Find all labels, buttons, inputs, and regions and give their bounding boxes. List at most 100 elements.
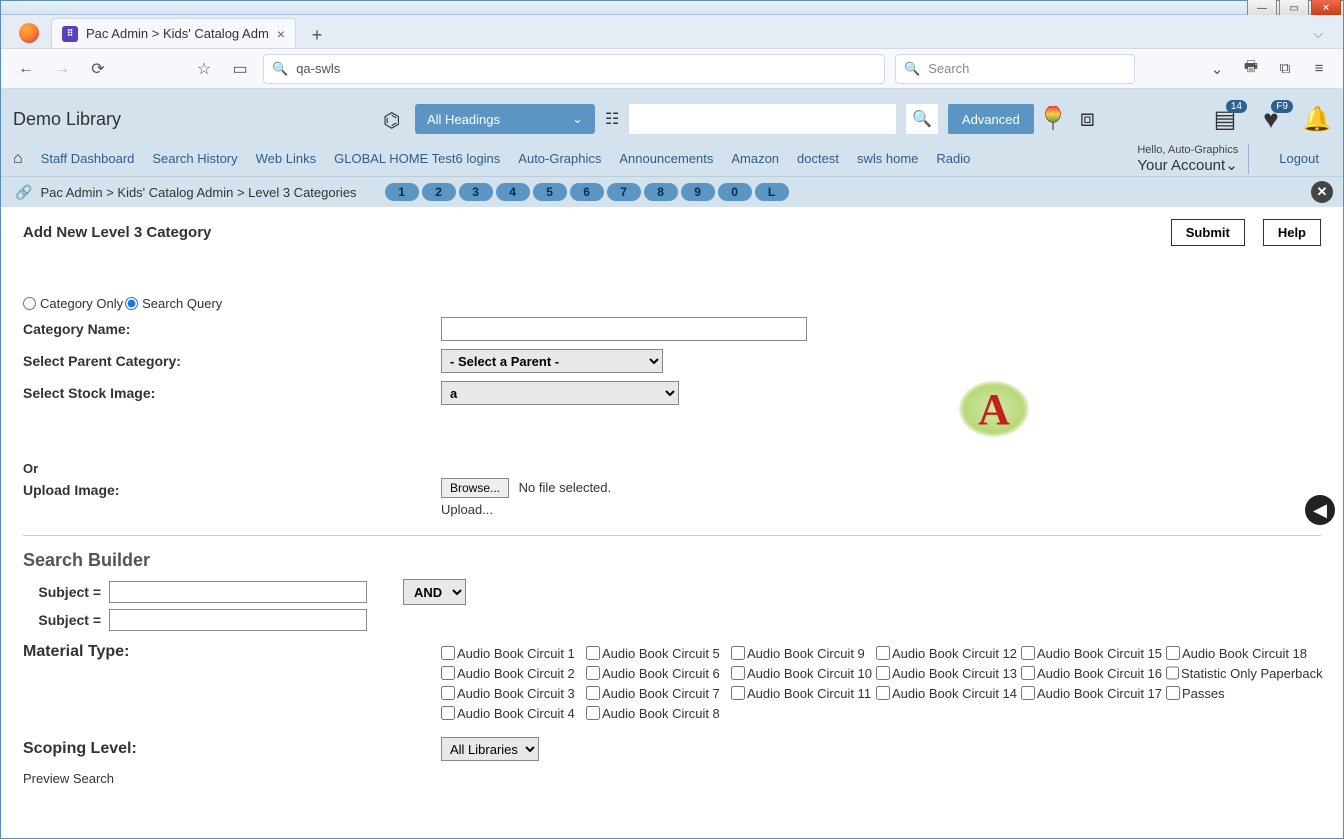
pill-0[interactable]: 0	[718, 183, 752, 201]
material-type-item[interactable]: Audio Book Circuit 8	[586, 703, 731, 723]
material-type-checkbox[interactable]	[586, 706, 600, 720]
nav-auto-graphics[interactable]: Auto-Graphics	[518, 151, 601, 166]
catalog-search-input[interactable]	[629, 104, 896, 134]
pill-9[interactable]: 9	[681, 183, 715, 201]
nav-swls-home[interactable]: swls home	[857, 151, 918, 166]
material-type-item[interactable]: Audio Book Circuit 16	[1021, 663, 1166, 683]
browser-search-box[interactable]: 🔍 Search	[895, 54, 1135, 84]
material-type-checkbox[interactable]	[586, 646, 600, 660]
nav-web-links[interactable]: Web Links	[256, 151, 316, 166]
books-search-icon[interactable]: ⧈	[1080, 105, 1095, 133]
material-type-checkbox[interactable]	[1021, 686, 1035, 700]
upload-link[interactable]: Upload...	[441, 502, 611, 517]
account-box[interactable]: Hello, Auto-Graphics Your Account⌄	[1137, 144, 1249, 174]
material-type-checkbox[interactable]	[586, 666, 600, 680]
material-type-item[interactable]: Audio Book Circuit 5	[586, 643, 731, 663]
pill-5[interactable]: 5	[533, 183, 567, 201]
material-type-checkbox[interactable]	[586, 686, 600, 700]
material-type-checkbox[interactable]	[441, 666, 455, 680]
nav-search-history[interactable]: Search History	[152, 151, 237, 166]
nav-announcements[interactable]: Announcements	[619, 151, 713, 166]
material-type-checkbox[interactable]	[441, 706, 455, 720]
new-tab-button[interactable]: +	[304, 22, 330, 48]
extensions-icon[interactable]: ⧉	[1273, 57, 1297, 81]
material-type-item[interactable]: Audio Book Circuit 4	[441, 703, 586, 723]
collapse-arrow-icon[interactable]: ◀	[1305, 495, 1335, 525]
print-icon[interactable]: 🖶	[1239, 57, 1263, 81]
pill-2[interactable]: 2	[422, 183, 456, 201]
tabs-dropdown-icon[interactable]: ⌵	[1313, 26, 1343, 48]
material-type-item[interactable]: Audio Book Circuit 1	[441, 643, 586, 663]
material-type-checkbox[interactable]	[1166, 646, 1180, 660]
favorites-heart-icon[interactable]: ♥ F9	[1257, 106, 1285, 132]
pill-1[interactable]: 1	[385, 183, 419, 201]
material-type-checkbox[interactable]	[731, 666, 745, 680]
boolean-operator-select[interactable]: AND	[403, 579, 466, 605]
catalog-search-button[interactable]: 🔍	[906, 104, 938, 134]
balloon-icon[interactable]	[1044, 106, 1062, 132]
material-type-item[interactable]: Statistic Only Paperback	[1166, 663, 1311, 683]
material-type-checkbox[interactable]	[876, 646, 890, 660]
material-type-item[interactable]: Audio Book Circuit 15	[1021, 643, 1166, 663]
forward-button[interactable]: →	[49, 56, 75, 82]
nav-global-home[interactable]: GLOBAL HOME Test6 logins	[334, 151, 500, 166]
material-type-item[interactable]: Audio Book Circuit 17	[1021, 683, 1166, 703]
material-type-checkbox[interactable]	[731, 646, 745, 660]
browser-tab-active[interactable]: ⠿ Pac Admin > Kids' Catalog Adm ×	[51, 18, 296, 48]
material-type-item[interactable]: Audio Book Circuit 11	[731, 683, 876, 703]
material-type-item[interactable]: Audio Book Circuit 14	[876, 683, 1021, 703]
preview-search-link[interactable]: Preview Search	[23, 771, 1321, 786]
pill-3[interactable]: 3	[459, 183, 493, 201]
parent-category-select[interactable]: - Select a Parent -	[441, 349, 663, 373]
material-type-checkbox[interactable]	[1021, 646, 1035, 660]
browse-button[interactable]: Browse...	[441, 478, 509, 498]
radio-category-only[interactable]	[23, 297, 36, 310]
material-type-checkbox[interactable]	[1166, 686, 1180, 700]
pill-7[interactable]: 7	[607, 183, 641, 201]
material-type-checkbox[interactable]	[876, 666, 890, 680]
material-type-checkbox[interactable]	[441, 646, 455, 660]
nav-staff-dashboard[interactable]: Staff Dashboard	[41, 151, 135, 166]
reload-button[interactable]: ⟳	[85, 56, 111, 82]
material-type-item[interactable]: Audio Book Circuit 7	[586, 683, 731, 703]
headings-dropdown[interactable]: All Headings ⌄	[415, 104, 595, 134]
submit-button[interactable]: Submit	[1171, 219, 1245, 246]
material-type-item[interactable]: Audio Book Circuit 6	[586, 663, 731, 683]
nav-doctest[interactable]: doctest	[797, 151, 839, 166]
database-icon[interactable]: ☷	[605, 109, 619, 129]
nav-amazon[interactable]: Amazon	[731, 151, 779, 166]
hamburger-menu-icon[interactable]: ≡	[1307, 57, 1331, 81]
advanced-search-button[interactable]: Advanced	[948, 104, 1034, 134]
material-type-checkbox[interactable]	[441, 686, 455, 700]
category-name-input[interactable]	[441, 317, 807, 341]
breadcrumb-text[interactable]: Pac Admin > Kids' Catalog Admin > Level …	[40, 185, 356, 200]
radio-search-query[interactable]	[125, 297, 138, 310]
pocket-icon[interactable]: ⌄	[1205, 57, 1229, 81]
back-button[interactable]: ←	[13, 56, 39, 82]
list-icon[interactable]: ▤ 14	[1211, 106, 1239, 132]
subject-input-1[interactable]	[109, 581, 367, 603]
scoping-level-select[interactable]: All Libraries	[441, 737, 539, 761]
material-type-checkbox[interactable]	[1166, 666, 1179, 680]
material-type-checkbox[interactable]	[1021, 666, 1035, 680]
tab-close-icon[interactable]: ×	[277, 26, 285, 42]
material-type-item[interactable]: Audio Book Circuit 3	[441, 683, 586, 703]
stock-image-select[interactable]: a	[441, 381, 679, 405]
address-bar[interactable]: 🔍 qa-swls	[263, 54, 885, 84]
notifications-bell-icon[interactable]: 🔔	[1303, 106, 1331, 132]
translate-icon[interactable]: ⌬	[383, 108, 405, 130]
pill-6[interactable]: 6	[570, 183, 604, 201]
material-type-checkbox[interactable]	[876, 686, 890, 700]
material-type-item[interactable]: Audio Book Circuit 10	[731, 663, 876, 683]
logout-link[interactable]: Logout	[1267, 151, 1331, 166]
pill-8[interactable]: 8	[644, 183, 678, 201]
clipboard-icon[interactable]: ▭	[227, 56, 253, 82]
material-type-item[interactable]: Audio Book Circuit 13	[876, 663, 1021, 683]
help-button[interactable]: Help	[1263, 219, 1321, 246]
subject-input-2[interactable]	[109, 609, 367, 631]
home-icon[interactable]: ⌂	[13, 150, 23, 168]
material-type-item[interactable]: Audio Book Circuit 9	[731, 643, 876, 663]
material-type-item[interactable]: Audio Book Circuit 18	[1166, 643, 1311, 663]
material-type-item[interactable]: Audio Book Circuit 12	[876, 643, 1021, 663]
material-type-checkbox[interactable]	[731, 686, 745, 700]
